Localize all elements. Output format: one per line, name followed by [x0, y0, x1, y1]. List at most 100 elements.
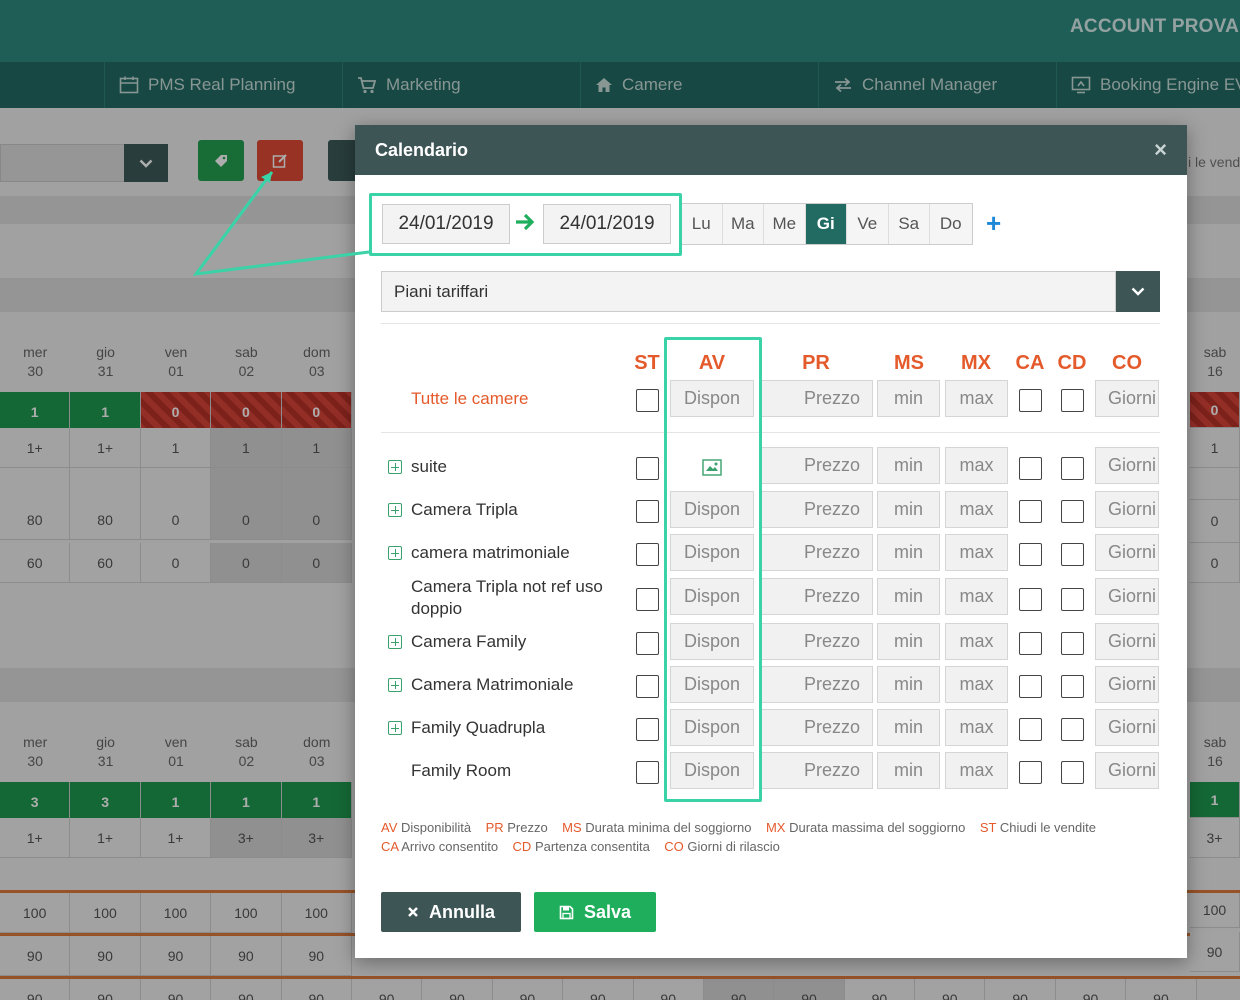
price-input[interactable]: Prezzo [760, 534, 873, 571]
legend-line-1: AV Disponibilità PR Prezzo MS Durata min… [381, 820, 1096, 835]
max-stay-input[interactable]: max [945, 380, 1008, 417]
room-label-family-quadrupla: Family Quadrupla [411, 718, 546, 737]
release-days-input[interactable]: Giorni [1095, 380, 1159, 417]
release-days-input[interactable]: Giorni [1095, 578, 1159, 615]
expand-plus-icon[interactable] [388, 678, 402, 692]
room-label-camera-tripla-not-ref: Camera Tripla not ref uso [411, 577, 603, 596]
closed-departure-checkbox[interactable] [1061, 543, 1084, 566]
min-stay-input[interactable]: min [877, 709, 940, 746]
closed-departure-checkbox[interactable] [1061, 389, 1084, 412]
stop-sell-checkbox[interactable] [636, 588, 659, 611]
price-input[interactable]: Prezzo [760, 666, 873, 703]
release-days-input[interactable]: Giorni [1095, 752, 1159, 789]
release-days-input[interactable]: Giorni [1095, 666, 1159, 703]
max-stay-input[interactable]: max [945, 666, 1008, 703]
expand-plus-icon[interactable] [388, 546, 402, 560]
min-stay-input[interactable]: min [877, 447, 940, 484]
expand-plus-icon[interactable] [388, 721, 402, 735]
closed-arrival-checkbox[interactable] [1019, 761, 1042, 784]
closed-arrival-checkbox[interactable] [1019, 718, 1042, 741]
closed-arrival-checkbox[interactable] [1019, 588, 1042, 611]
weekday-button-lu[interactable]: Lu [681, 204, 723, 244]
close-icon[interactable]: × [1154, 137, 1167, 163]
price-input[interactable]: Prezzo [760, 578, 873, 615]
release-days-input[interactable]: Giorni [1095, 491, 1159, 528]
date-range-highlight [369, 193, 682, 256]
price-input[interactable]: Prezzo [760, 623, 873, 660]
max-stay-input[interactable]: max [945, 534, 1008, 571]
cancel-button[interactable]: Annulla [381, 892, 521, 932]
room-label-suite: suite [411, 457, 447, 476]
rate-plan-dropdown-button[interactable] [1116, 271, 1160, 312]
closed-departure-checkbox[interactable] [1061, 761, 1084, 784]
expand-plus-icon[interactable] [388, 635, 402, 649]
col-header-pr: PR [802, 352, 830, 374]
stop-sell-checkbox[interactable] [636, 457, 659, 480]
closed-departure-checkbox[interactable] [1061, 675, 1084, 698]
closed-arrival-checkbox[interactable] [1019, 389, 1042, 412]
expand-plus-icon[interactable] [388, 503, 402, 517]
weekday-button-ma[interactable]: Ma [723, 204, 764, 244]
min-stay-input[interactable]: min [877, 752, 940, 789]
all-rooms-label: Tutte le camere [411, 389, 529, 408]
rate-plan-value: Piani tariffari [394, 281, 489, 301]
stop-sell-checkbox[interactable] [636, 389, 659, 412]
save-button[interactable]: Salva [534, 892, 656, 932]
max-stay-input[interactable]: max [945, 623, 1008, 660]
min-stay-input[interactable]: min [877, 534, 940, 571]
weekday-button-ve[interactable]: Ve [847, 204, 889, 244]
min-stay-input[interactable]: min [877, 578, 940, 615]
release-days-input[interactable]: Giorni [1095, 709, 1159, 746]
col-header-cd: CD [1057, 352, 1087, 374]
stop-sell-checkbox[interactable] [636, 500, 659, 523]
min-stay-input[interactable]: min [877, 380, 940, 417]
release-days-input[interactable]: Giorni [1095, 447, 1159, 484]
col-header-mx: MX [961, 352, 991, 374]
release-days-input[interactable]: Giorni [1095, 534, 1159, 571]
price-input[interactable]: Prezzo [760, 491, 873, 528]
closed-departure-checkbox[interactable] [1061, 632, 1084, 655]
modal-header: Calendario × [355, 125, 1187, 175]
price-input[interactable]: Prezzo [760, 752, 873, 789]
price-input[interactable]: Prezzo [760, 447, 873, 484]
min-stay-input[interactable]: min [877, 491, 940, 528]
add-period-button[interactable]: + [986, 210, 1001, 236]
max-stay-input[interactable]: max [945, 491, 1008, 528]
closed-arrival-checkbox[interactable] [1019, 457, 1042, 480]
stop-sell-checkbox[interactable] [636, 761, 659, 784]
room-label-family-room: Family Room [411, 761, 512, 780]
max-stay-input[interactable]: max [945, 447, 1008, 484]
closed-arrival-checkbox[interactable] [1019, 543, 1042, 566]
price-input[interactable]: Prezzo [760, 380, 873, 417]
closed-arrival-checkbox[interactable] [1019, 632, 1042, 655]
closed-arrival-checkbox[interactable] [1019, 675, 1042, 698]
weekday-button-do[interactable]: Do [930, 204, 972, 244]
max-stay-input[interactable]: max [945, 578, 1008, 615]
legend-line-2: CA Arrivo consentito CD Partenza consent… [381, 839, 780, 854]
min-stay-input[interactable]: min [877, 666, 940, 703]
closed-departure-checkbox[interactable] [1061, 718, 1084, 741]
expand-plus-icon[interactable] [388, 460, 402, 474]
closed-arrival-checkbox[interactable] [1019, 500, 1042, 523]
availability-column-highlight [664, 337, 762, 802]
closed-departure-checkbox[interactable] [1061, 457, 1084, 480]
max-stay-input[interactable]: max [945, 709, 1008, 746]
stop-sell-checkbox[interactable] [636, 543, 659, 566]
stop-sell-checkbox[interactable] [636, 675, 659, 698]
stop-sell-checkbox[interactable] [636, 718, 659, 741]
chevron-down-icon [1131, 287, 1145, 296]
weekday-button-sa[interactable]: Sa [889, 204, 930, 244]
closed-departure-checkbox[interactable] [1061, 500, 1084, 523]
closed-departure-checkbox[interactable] [1061, 588, 1084, 611]
stop-sell-checkbox[interactable] [636, 632, 659, 655]
weekday-button-gi[interactable]: Gi [805, 204, 847, 244]
weekday-button-me[interactable]: Me [764, 204, 806, 244]
release-days-input[interactable]: Giorni [1095, 623, 1159, 660]
weekday-selector: Lu Ma Me Gi Ve Sa Do [680, 203, 973, 245]
min-stay-input[interactable]: min [877, 623, 940, 660]
col-header-ms: MS [894, 352, 924, 374]
col-header-st: ST [634, 352, 660, 374]
price-input[interactable]: Prezzo [760, 709, 873, 746]
rate-plan-select[interactable]: Piani tariffari [381, 271, 1116, 312]
max-stay-input[interactable]: max [945, 752, 1008, 789]
